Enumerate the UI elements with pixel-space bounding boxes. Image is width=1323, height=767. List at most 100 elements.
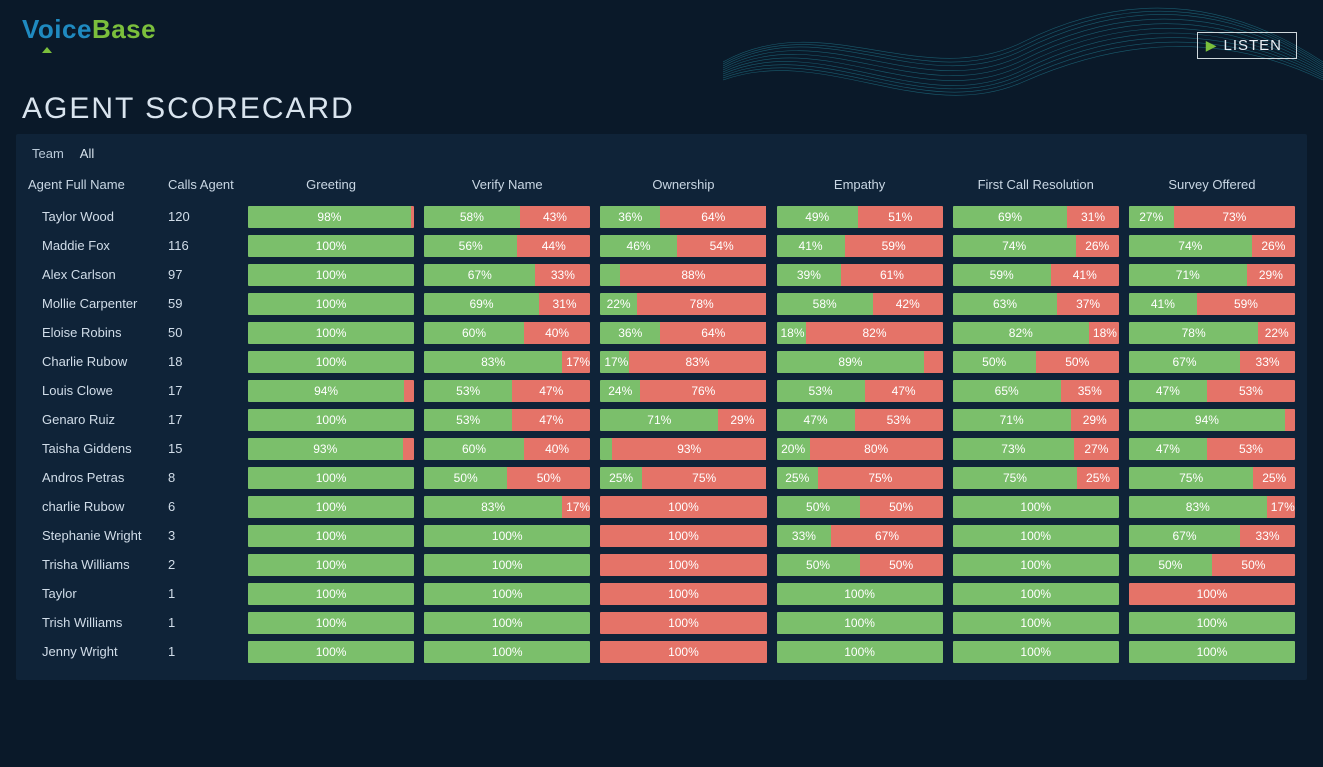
agent-name[interactable]: Mollie Carpenter xyxy=(28,289,158,318)
metric-bar[interactable]: 60%40% xyxy=(424,319,590,347)
metric-bar[interactable]: 36%64% xyxy=(600,319,766,347)
metric-bar[interactable]: 41%59% xyxy=(1129,290,1295,318)
agent-name[interactable]: Genaro Ruiz xyxy=(28,405,158,434)
col-metric-2[interactable]: Ownership xyxy=(600,171,766,202)
metric-bar[interactable]: 73%27% xyxy=(953,435,1119,463)
agent-name[interactable]: Charlie Rubow xyxy=(28,347,158,376)
metric-bar[interactable]: 100% xyxy=(777,609,943,637)
metric-bar[interactable]: 88% xyxy=(600,261,766,289)
agent-name[interactable]: Andros Petras xyxy=(28,463,158,492)
metric-bar[interactable]: 100% xyxy=(424,638,590,666)
metric-bar[interactable]: 83%17% xyxy=(424,493,590,521)
metric-bar[interactable]: 100% xyxy=(248,609,414,637)
metric-bar[interactable]: 50%50% xyxy=(953,348,1119,376)
metric-bar[interactable]: 67%33% xyxy=(1129,348,1295,376)
metric-bar[interactable]: 100% xyxy=(600,609,766,637)
agent-name[interactable]: Stephanie Wright xyxy=(28,521,158,550)
metric-bar[interactable]: 53%47% xyxy=(777,377,943,405)
agent-name[interactable]: Louis Clowe xyxy=(28,376,158,405)
metric-bar[interactable]: 100% xyxy=(600,638,766,666)
metric-bar[interactable]: 27%73% xyxy=(1129,203,1295,231)
metric-bar[interactable]: 83%17% xyxy=(1129,493,1295,521)
metric-bar[interactable]: 56%44% xyxy=(424,232,590,260)
metric-bar[interactable]: 46%54% xyxy=(600,232,766,260)
col-metric-5[interactable]: Survey Offered xyxy=(1129,171,1295,202)
col-agent[interactable]: Agent Full Name xyxy=(28,171,158,202)
agent-name[interactable]: Jenny Wright xyxy=(28,637,158,666)
listen-button[interactable]: ▶ LISTEN xyxy=(1197,32,1297,59)
metric-bar[interactable]: 18%82% xyxy=(777,319,943,347)
metric-bar[interactable]: 100% xyxy=(953,522,1119,550)
metric-bar[interactable]: 20%80% xyxy=(777,435,943,463)
metric-bar[interactable]: 100% xyxy=(248,551,414,579)
metric-bar[interactable]: 100% xyxy=(953,493,1119,521)
metric-bar[interactable]: 100% xyxy=(953,551,1119,579)
metric-bar[interactable]: 100% xyxy=(248,261,414,289)
metric-bar[interactable]: 67%33% xyxy=(1129,522,1295,550)
metric-bar[interactable]: 74%26% xyxy=(953,232,1119,260)
metric-bar[interactable]: 71%29% xyxy=(1129,261,1295,289)
metric-bar[interactable]: 100% xyxy=(777,580,943,608)
metric-bar[interactable]: 49%51% xyxy=(777,203,943,231)
agent-name[interactable]: Taylor xyxy=(28,579,158,608)
metric-bar[interactable]: 100% xyxy=(248,290,414,318)
metric-bar[interactable]: 75%25% xyxy=(953,464,1119,492)
metric-bar[interactable]: 58%43% xyxy=(424,203,590,231)
team-filter-value[interactable]: All xyxy=(80,146,94,161)
agent-name[interactable]: Eloise Robins xyxy=(28,318,158,347)
metric-bar[interactable]: 100% xyxy=(953,580,1119,608)
metric-bar[interactable]: 47%53% xyxy=(1129,435,1295,463)
agent-name[interactable]: Taylor Wood xyxy=(28,202,158,231)
metric-bar[interactable]: 63%37% xyxy=(953,290,1119,318)
metric-bar[interactable]: 65%35% xyxy=(953,377,1119,405)
metric-bar[interactable]: 47%53% xyxy=(777,406,943,434)
metric-bar[interactable]: 100% xyxy=(1129,580,1295,608)
agent-name[interactable]: Taisha Giddens xyxy=(28,434,158,463)
metric-bar[interactable]: 100% xyxy=(600,522,766,550)
metric-bar[interactable]: 100% xyxy=(777,638,943,666)
metric-bar[interactable]: 100% xyxy=(248,406,414,434)
metric-bar[interactable]: 93% xyxy=(248,435,414,463)
metric-bar[interactable]: 100% xyxy=(600,551,766,579)
metric-bar[interactable]: 53%47% xyxy=(424,377,590,405)
agent-name[interactable]: Alex Carlson xyxy=(28,260,158,289)
metric-bar[interactable]: 25%75% xyxy=(777,464,943,492)
col-metric-1[interactable]: Verify Name xyxy=(424,171,590,202)
metric-bar[interactable]: 100% xyxy=(248,522,414,550)
metric-bar[interactable]: 22%78% xyxy=(600,290,766,318)
agent-name[interactable]: Trisha Williams xyxy=(28,550,158,579)
metric-bar[interactable]: 58%42% xyxy=(777,290,943,318)
metric-bar[interactable]: 36%64% xyxy=(600,203,766,231)
agent-name[interactable]: charlie Rubow xyxy=(28,492,158,521)
agent-name[interactable]: Trish Williams xyxy=(28,608,158,637)
metric-bar[interactable]: 100% xyxy=(248,580,414,608)
metric-bar[interactable]: 71%29% xyxy=(600,406,766,434)
metric-bar[interactable]: 94% xyxy=(1129,406,1295,434)
metric-bar[interactable]: 100% xyxy=(424,580,590,608)
metric-bar[interactable]: 75%25% xyxy=(1129,464,1295,492)
metric-bar[interactable]: 17%83% xyxy=(600,348,766,376)
metric-bar[interactable]: 24%76% xyxy=(600,377,766,405)
metric-bar[interactable]: 82%18% xyxy=(953,319,1119,347)
metric-bar[interactable]: 50%50% xyxy=(777,493,943,521)
metric-bar[interactable]: 98% xyxy=(248,203,414,231)
metric-bar[interactable]: 25%75% xyxy=(600,464,766,492)
metric-bar[interactable]: 59%41% xyxy=(953,261,1119,289)
metric-bar[interactable]: 100% xyxy=(248,348,414,376)
metric-bar[interactable]: 33%67% xyxy=(777,522,943,550)
metric-bar[interactable]: 53%47% xyxy=(424,406,590,434)
metric-bar[interactable]: 100% xyxy=(248,493,414,521)
metric-bar[interactable]: 50%50% xyxy=(1129,551,1295,579)
metric-bar[interactable]: 50%50% xyxy=(424,464,590,492)
metric-bar[interactable]: 100% xyxy=(248,464,414,492)
metric-bar[interactable]: 69%31% xyxy=(953,203,1119,231)
metric-bar[interactable]: 94% xyxy=(248,377,414,405)
metric-bar[interactable]: 100% xyxy=(424,551,590,579)
metric-bar[interactable]: 47%53% xyxy=(1129,377,1295,405)
metric-bar[interactable]: 100% xyxy=(600,580,766,608)
col-metric-4[interactable]: First Call Resolution xyxy=(953,171,1119,202)
metric-bar[interactable]: 69%31% xyxy=(424,290,590,318)
metric-bar[interactable]: 78%22% xyxy=(1129,319,1295,347)
metric-bar[interactable]: 89% xyxy=(777,348,943,376)
metric-bar[interactable]: 71%29% xyxy=(953,406,1119,434)
